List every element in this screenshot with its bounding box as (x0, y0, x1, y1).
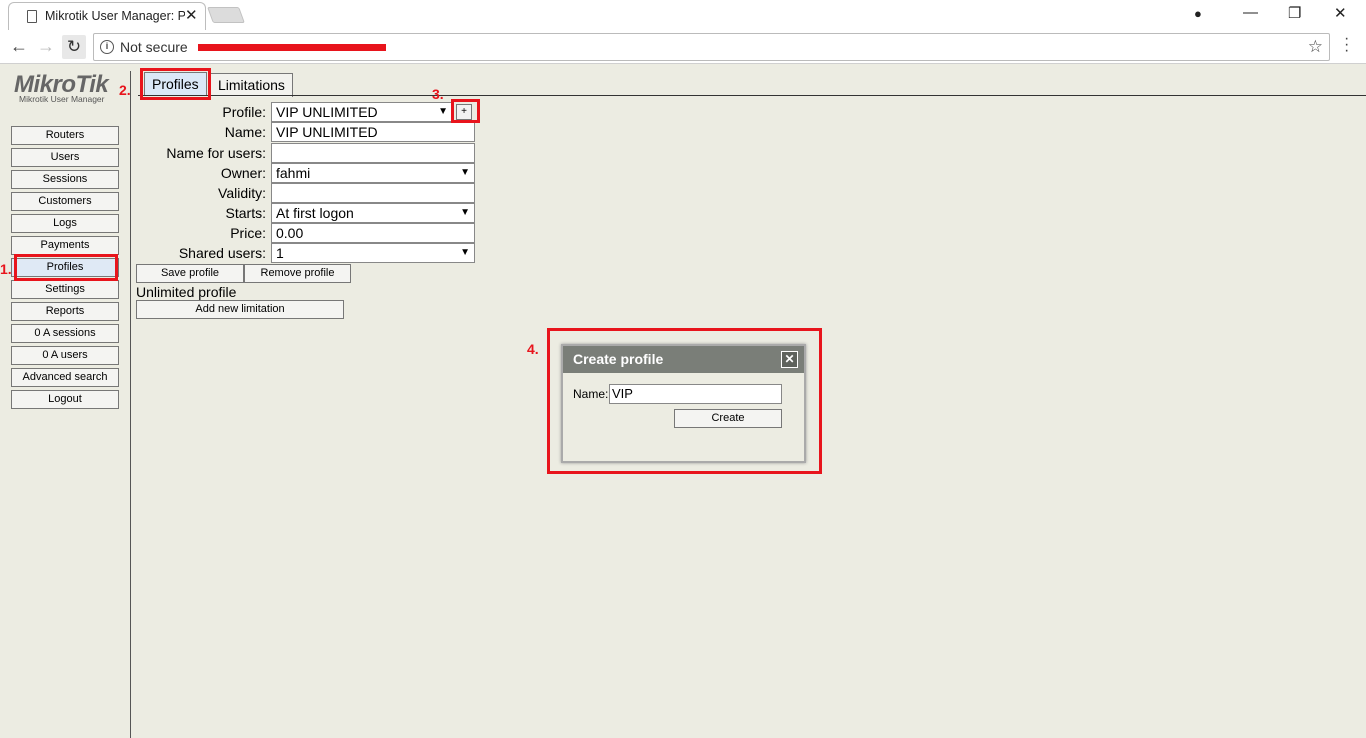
chevron-down-icon: ▼ (460, 207, 470, 218)
owner-select[interactable]: fahmi ▼ (271, 163, 475, 183)
bookmark-star-icon[interactable]: ☆ (1308, 37, 1323, 57)
sidebar-item-sessions[interactable]: Sessions (11, 170, 119, 189)
account-icon[interactable]: ● (1194, 6, 1202, 21)
validity-label: Validity: (218, 185, 266, 201)
name-field[interactable]: VIP UNLIMITED (271, 122, 475, 142)
validity-field[interactable] (271, 183, 475, 203)
sidebar-item-customers[interactable]: Customers (11, 192, 119, 211)
sidebar-item-routers[interactable]: Routers (11, 126, 119, 145)
restore-icon[interactable]: ❐ (1288, 4, 1301, 22)
profile-select-value: VIP UNLIMITED (276, 104, 378, 120)
sidebar-item-settings[interactable]: Settings (11, 280, 119, 299)
url-input[interactable]: i Not secure ☆ (93, 33, 1330, 61)
back-icon[interactable]: ← (10, 36, 28, 57)
window-close-icon[interactable]: ✕ (1334, 4, 1347, 22)
chevron-down-icon: ▼ (460, 167, 470, 178)
address-bar-row: ← → ↻ i Not secure ☆ · · · (0, 30, 1366, 64)
annotation-number-2: 2. (119, 82, 131, 98)
annotation-box-1 (14, 254, 118, 281)
name-label: Name: (224, 124, 266, 140)
remove-profile-button[interactable]: Remove profile (244, 264, 351, 283)
sidebar-item-active-users[interactable]: 0 A users (11, 346, 119, 365)
tab-limitations[interactable]: Limitations (210, 73, 293, 97)
annotation-number-1: 1. (0, 261, 12, 277)
sidebar-item-logout[interactable]: Logout (11, 390, 119, 409)
owner-select-value: fahmi (276, 165, 311, 181)
starts-select[interactable]: At first logon ▼ (271, 203, 475, 223)
annotation-number-3: 3. (432, 86, 444, 102)
add-limitation-button[interactable]: Add new limitation (136, 300, 344, 319)
redacted-url (198, 44, 386, 51)
sidebar-item-advanced-search[interactable]: Advanced search (11, 368, 119, 387)
page-icon (27, 10, 37, 23)
browser-tab-bar: Mikrotik User Manager: P ✕ ● — ❐ ✕ (0, 0, 1366, 30)
save-profile-button[interactable]: Save profile (136, 264, 244, 283)
shared-users-label: Shared users: (178, 245, 266, 261)
page-content: MikroTik Mikrotik User Manager Routers U… (0, 65, 1366, 738)
annotation-number-4: 4. (527, 341, 539, 357)
chevron-down-icon: ▼ (460, 247, 470, 258)
sidebar-divider (130, 71, 131, 738)
sidebar-item-reports[interactable]: Reports (11, 302, 119, 321)
starts-select-value: At first logon (276, 205, 354, 221)
profile-label: Profile: (222, 104, 266, 120)
reload-icon[interactable]: ↻ (62, 35, 86, 59)
info-icon[interactable]: i (100, 40, 114, 54)
price-field[interactable]: 0.00 (271, 223, 475, 243)
name-for-users-field[interactable] (271, 143, 475, 163)
owner-label: Owner: (220, 165, 266, 181)
annotation-box-3 (451, 99, 480, 123)
limitation-section-title: Unlimited profile (136, 284, 237, 300)
logo-subtitle: Mikrotik User Manager (19, 94, 105, 104)
forward-icon[interactable]: → (37, 36, 55, 57)
sidebar-item-payments[interactable]: Payments (11, 236, 119, 255)
annotation-box-4 (547, 328, 822, 474)
browser-tab[interactable]: Mikrotik User Manager: P ✕ (8, 2, 206, 30)
tabs-underline (138, 95, 1366, 96)
tab-close-icon[interactable]: ✕ (185, 6, 198, 24)
security-label: Not secure (120, 39, 188, 55)
new-tab-button[interactable] (207, 7, 245, 23)
starts-label: Starts: (225, 205, 266, 221)
annotation-box-2 (140, 68, 211, 100)
chevron-down-icon: ▼ (438, 106, 448, 117)
browser-menu-icon[interactable]: · · · (1344, 31, 1349, 59)
shared-users-select[interactable]: 1 ▼ (271, 243, 475, 263)
sidebar-item-users[interactable]: Users (11, 148, 119, 167)
browser-tab-title: Mikrotik User Manager: P (45, 9, 185, 23)
minimize-icon[interactable]: — (1243, 4, 1258, 21)
shared-users-select-value: 1 (276, 245, 284, 261)
profile-select[interactable]: VIP UNLIMITED ▼ (271, 102, 453, 122)
name-for-users-label: Name for users: (166, 145, 266, 161)
price-label: Price: (230, 225, 266, 241)
sidebar-item-active-sessions[interactable]: 0 A sessions (11, 324, 119, 343)
sidebar-item-logs[interactable]: Logs (11, 214, 119, 233)
